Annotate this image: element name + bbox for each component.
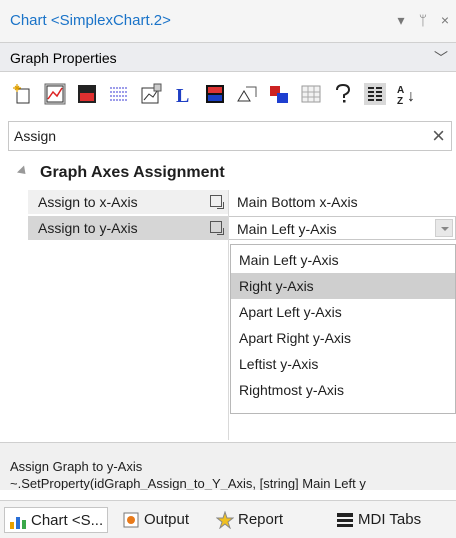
property-name: Assign to y-Axis	[28, 216, 228, 240]
property-row-assign-x[interactable]: Assign to x-Axis Main Bottom x-Axis	[28, 190, 456, 214]
svg-text:A: A	[397, 85, 404, 96]
tab-label: Output	[144, 511, 190, 528]
export-icon[interactable]	[236, 83, 258, 105]
tab-mdi-tabs[interactable]: MDI Tabs	[336, 507, 421, 533]
category-label: Graph Axes Assignment	[40, 164, 225, 181]
object-selector[interactable]: Graph Properties ﹀	[0, 42, 456, 72]
property-value: Main Left y-Axis	[237, 221, 337, 237]
description-title: Assign Graph to y-Axis	[10, 459, 143, 474]
clear-search-icon[interactable]: ×	[432, 123, 445, 149]
axis-props-icon[interactable]	[140, 83, 162, 105]
pin-icon[interactable]: ᛘ	[414, 10, 432, 30]
description-code: ~.SetProperty(idGraph_Assign_to_Y_Axis, …	[10, 476, 366, 490]
collapse-icon[interactable]	[16, 165, 30, 178]
property-row-assign-y[interactable]: Assign to y-Axis Main Left y-Axis	[28, 216, 456, 240]
edit-icon[interactable]	[210, 195, 224, 209]
bottom-tab-bar: Chart <S... Output Report MDI Tabs	[0, 500, 456, 538]
property-value[interactable]: Main Bottom x-Axis	[228, 190, 456, 214]
panel-title: Chart <SimplexChart.2>	[10, 12, 171, 29]
svg-text:Z: Z	[397, 96, 403, 105]
dropdown-option[interactable]: Apart Right y-Axis	[231, 325, 455, 351]
graph-color-icon[interactable]	[76, 83, 98, 105]
property-search[interactable]: Assign ×	[8, 121, 452, 151]
new-icon[interactable]	[12, 83, 34, 105]
svg-text:↓: ↓	[407, 88, 415, 105]
tab-label: MDI Tabs	[358, 511, 422, 528]
output-icon	[123, 512, 139, 528]
clone-icon[interactable]	[268, 83, 290, 105]
legend-icon[interactable]: L	[172, 83, 194, 105]
category-row[interactable]: Graph Axes Assignment	[0, 160, 456, 186]
window-position-dropdown-icon[interactable]: ▾	[392, 10, 410, 30]
dropdown-button[interactable]	[435, 219, 453, 237]
description-pane: Assign Graph to y-Axis ~.SetProperty(idG…	[0, 442, 456, 490]
chart-icon	[10, 517, 26, 530]
panel-titlebar: Chart <SimplexChart.2> ▾ ᛘ ×	[0, 0, 456, 42]
graph-props-icon[interactable]	[44, 83, 66, 105]
mdi-tabs-icon	[337, 513, 353, 528]
property-value-editor[interactable]: Main Left y-Axis	[228, 216, 456, 240]
tab-output[interactable]: Output	[122, 507, 189, 533]
dropdown-option[interactable]: Main Left y-Axis	[231, 247, 455, 273]
search-input[interactable]: Assign	[14, 128, 56, 144]
object-selector-value: Graph Properties	[10, 50, 117, 66]
dropdown-option[interactable]: Apart Left y-Axis	[231, 299, 455, 325]
dropdown-option[interactable]: Rightmost y-Axis	[231, 377, 455, 403]
chevron-down-icon[interactable]: ﹀	[434, 48, 448, 68]
sort-az-icon[interactable]: A Z ↓	[396, 83, 418, 105]
property-toolbar: L A Z ↓	[0, 73, 456, 117]
tab-label: Chart <S...	[31, 512, 104, 529]
column-divider	[228, 210, 229, 440]
report-icon	[216, 511, 234, 530]
tab-chart[interactable]: Chart <S...	[4, 507, 109, 533]
edit-icon[interactable]	[210, 221, 224, 235]
dropdown-option-selected[interactable]: Right y-Axis	[231, 273, 455, 299]
tab-report[interactable]: Report	[216, 507, 283, 533]
axis-dropdown-list: Main Left y-Axis Right y-Axis Apart Left…	[230, 244, 456, 414]
property-name: Assign to x-Axis	[28, 190, 228, 214]
categorized-icon[interactable]	[364, 83, 386, 105]
help-icon[interactable]	[332, 83, 354, 105]
dropdown-option[interactable]: Leftist y-Axis	[231, 351, 455, 377]
hatch-icon[interactable]	[108, 83, 130, 105]
colors-icon[interactable]	[204, 83, 226, 105]
table-icon[interactable]	[300, 83, 322, 105]
svg-text:L: L	[176, 85, 189, 105]
close-icon[interactable]: ×	[436, 10, 454, 30]
tab-label: Report	[238, 511, 284, 528]
